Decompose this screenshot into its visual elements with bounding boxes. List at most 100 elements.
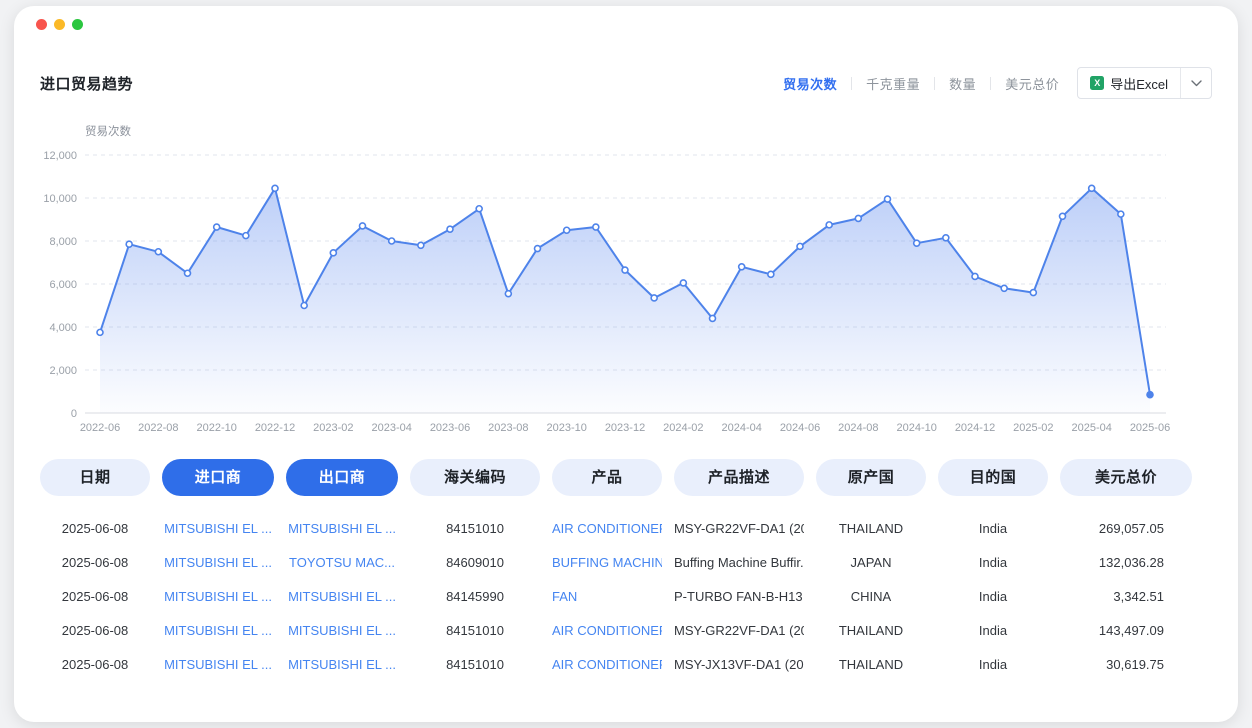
- data-point[interactable]: [272, 185, 278, 191]
- metric-tab-2[interactable]: 千克重量: [866, 74, 920, 93]
- importer-cell[interactable]: MITSUBISHI EL ...: [162, 657, 274, 672]
- export-excel-button[interactable]: X 导出Excel: [1077, 67, 1212, 99]
- minimize-window-icon[interactable]: [54, 19, 65, 30]
- table-row[interactable]: 2025-06-08MITSUBISHI EL ...TOYOTSU MAC..…: [14, 545, 1238, 579]
- table-row[interactable]: 2025-06-08MITSUBISHI EL ...MITSUBISHI EL…: [14, 613, 1238, 647]
- column-pill-5[interactable]: 产品: [552, 459, 662, 496]
- data-point[interactable]: [214, 224, 220, 230]
- data-point[interactable]: [447, 226, 453, 232]
- data-point[interactable]: [1030, 290, 1036, 296]
- x-tick-label: 2023-04: [371, 422, 411, 434]
- data-point[interactable]: [1060, 213, 1066, 219]
- product-cell[interactable]: AIR CONDITIONER: [552, 623, 662, 638]
- column-pill-3[interactable]: 出口商: [286, 459, 398, 496]
- x-tick-label: 2024-02: [663, 422, 703, 434]
- data-point[interactable]: [1001, 285, 1007, 291]
- origin-country-cell: CHINA: [816, 589, 926, 604]
- product-cell[interactable]: AIR CONDITIONER: [552, 657, 662, 672]
- data-point[interactable]: [535, 246, 541, 252]
- tab-separator: [990, 77, 991, 90]
- x-tick-label: 2025-06: [1130, 422, 1170, 434]
- data-point[interactable]: [330, 250, 336, 256]
- zoom-window-icon[interactable]: [72, 19, 83, 30]
- data-point[interactable]: [97, 329, 103, 335]
- importer-cell[interactable]: MITSUBISHI EL ...: [162, 623, 274, 638]
- export-dropdown-toggle[interactable]: [1180, 68, 1211, 98]
- data-point[interactable]: [1147, 392, 1153, 398]
- table-row[interactable]: 2025-06-08 MITSUBISHI EL ... MITSUBISHI EL…: [14, 511, 1238, 545]
- data-point[interactable]: [797, 243, 803, 249]
- data-point[interactable]: [680, 280, 686, 286]
- data-point[interactable]: [505, 291, 511, 297]
- data-point[interactable]: [360, 223, 366, 229]
- data-point[interactable]: [185, 270, 191, 276]
- data-point[interactable]: [243, 233, 249, 239]
- exporter-cell[interactable]: MITSUBISHI EL ...: [286, 623, 398, 638]
- metric-tab-3[interactable]: 数量: [949, 74, 976, 93]
- chart-header: 进口贸易趋势 贸易次数千克重量数量美元总价 X 导出Excel: [40, 68, 1212, 98]
- data-point[interactable]: [1089, 185, 1095, 191]
- usd-value-cell: 269,057.05: [1060, 521, 1192, 536]
- column-filter-pills: 日期进口商出口商海关编码产品产品描述原产国目的国美元总价: [14, 459, 1238, 496]
- data-point[interactable]: [564, 227, 570, 233]
- exporter-cell[interactable]: MITSUBISHI EL ...: [286, 589, 398, 604]
- tab-separator: [851, 77, 852, 90]
- export-excel-label: 导出Excel: [1110, 74, 1168, 93]
- destination-country-cell: India: [938, 521, 1048, 536]
- exporter-cell[interactable]: MITSUBISHI EL ...: [286, 657, 398, 672]
- metric-tabs: 贸易次数 千克重量 数量 美元总价: [783, 74, 1059, 93]
- column-pill-2[interactable]: 进口商: [162, 459, 274, 496]
- area-chart-svg: 贸易次数02,0004,0006,0008,00010,00012,000202…: [14, 111, 1172, 441]
- metric-tab-1[interactable]: 贸易次数: [783, 74, 837, 93]
- product-cell[interactable]: FAN: [552, 589, 662, 604]
- product-cell[interactable]: BUFFING MACHINE: [552, 555, 662, 570]
- data-point[interactable]: [885, 196, 891, 202]
- table-row[interactable]: 2025-06-08 MITSUBISHI EL ... MITSUBISHI EL…: [14, 579, 1238, 613]
- column-pill-8[interactable]: 目的国: [938, 459, 1048, 496]
- data-point[interactable]: [739, 264, 745, 270]
- data-point[interactable]: [855, 215, 861, 221]
- data-point[interactable]: [826, 222, 832, 228]
- y-tick-label: 4,000: [49, 322, 77, 334]
- metric-tab-4[interactable]: 美元总价: [1005, 74, 1059, 93]
- exporter-cell[interactable]: TOYOTSU MAC...: [286, 555, 398, 570]
- x-tick-label: 2022-10: [196, 422, 236, 434]
- x-tick-label: 2024-04: [721, 422, 761, 434]
- importer-cell[interactable]: MITSUBISHI EL ...: [162, 555, 274, 570]
- data-point[interactable]: [593, 224, 599, 230]
- importer-cell[interactable]: MITSUBISHI EL ...: [162, 589, 274, 604]
- product-cell[interactable]: AIR CONDITIONER: [552, 521, 662, 536]
- hs-code-cell: 84151010: [410, 623, 540, 638]
- column-pill-1[interactable]: 日期: [40, 459, 150, 496]
- usd-value-cell: 132,036.28: [1060, 555, 1192, 570]
- table-row[interactable]: 2025-06-08MITSUBISHI EL ...MITSUBISHI EL…: [14, 647, 1238, 681]
- chevron-down-icon: [1191, 80, 1202, 87]
- data-point[interactable]: [155, 249, 161, 255]
- data-point[interactable]: [126, 241, 132, 247]
- date-cell: 2025-06-08: [40, 521, 150, 536]
- data-point[interactable]: [301, 303, 307, 309]
- close-window-icon[interactable]: [36, 19, 47, 30]
- importer-cell[interactable]: MITSUBISHI EL ...: [162, 521, 274, 536]
- data-point[interactable]: [418, 242, 424, 248]
- trade-table-body: 2025-06-08 MITSUBISHI EL ... MITSUBISHI EL…: [14, 511, 1238, 681]
- data-point[interactable]: [1118, 211, 1124, 217]
- data-point[interactable]: [943, 235, 949, 241]
- export-excel-main[interactable]: X 导出Excel: [1078, 74, 1180, 93]
- data-point[interactable]: [972, 273, 978, 279]
- data-point[interactable]: [651, 295, 657, 301]
- data-point[interactable]: [622, 267, 628, 273]
- date-cell: 2025-06-08: [40, 589, 150, 604]
- data-point[interactable]: [389, 238, 395, 244]
- column-pill-9[interactable]: 美元总价: [1060, 459, 1192, 496]
- data-point[interactable]: [768, 271, 774, 277]
- column-pill-4[interactable]: 海关编码: [410, 459, 540, 496]
- exporter-cell[interactable]: MITSUBISHI EL ...: [286, 521, 398, 536]
- data-point[interactable]: [476, 206, 482, 212]
- data-point[interactable]: [710, 315, 716, 321]
- data-point[interactable]: [914, 240, 920, 246]
- column-pill-6[interactable]: 产品描述: [674, 459, 804, 496]
- column-pill-7[interactable]: 原产国: [816, 459, 926, 496]
- description-cell: MSY-JX13VF-DA1 (20D...: [674, 657, 804, 672]
- x-tick-label: 2024-10: [896, 422, 936, 434]
